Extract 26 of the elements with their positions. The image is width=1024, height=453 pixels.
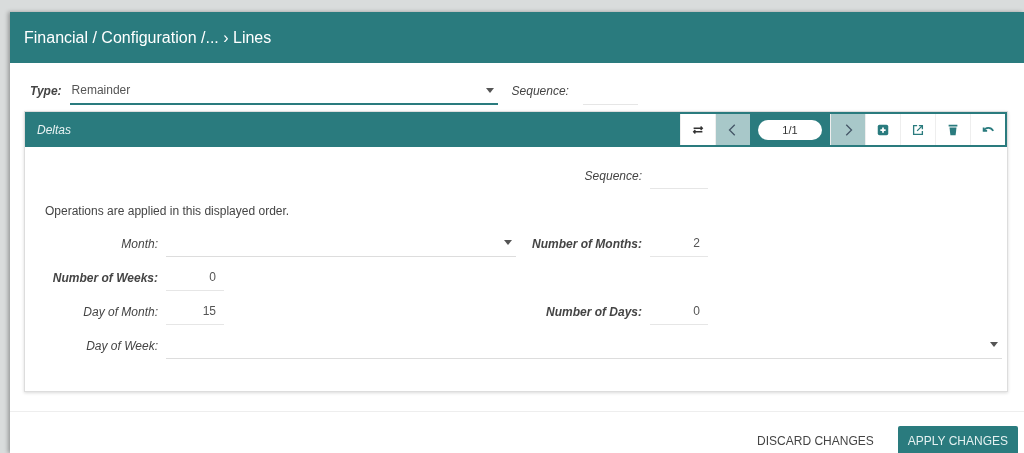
- page-indicator: 1/1: [758, 119, 822, 140]
- number-field[interactable]: 0: [166, 263, 224, 291]
- number-field[interactable]: 2: [650, 229, 708, 257]
- number-field[interactable]: 0: [650, 297, 708, 325]
- caret-icon: [485, 87, 494, 93]
- field-label: Day of Month:: [83, 305, 158, 319]
- field-label: Number of Days:: [545, 305, 642, 319]
- hint-text: Operations are applied in this displayed order.: [45, 203, 291, 218]
- panel-title: Deltas: [37, 122, 71, 137]
- type-select[interactable]: Remainder: [69, 77, 498, 105]
- field-label: Type:: [30, 84, 62, 98]
- breadcrumb-title: Financial / Configuration /... › Lines: [24, 28, 272, 47]
- trash-icon: [946, 122, 960, 137]
- field-label: Month:: [121, 237, 158, 251]
- number-field[interactable]: 15: [166, 297, 224, 325]
- field-label: Sequence:: [511, 84, 569, 98]
- field-label: Day of Week:: [86, 339, 158, 353]
- external-link-icon: [911, 122, 925, 137]
- caret-icon: [990, 342, 998, 347]
- apply-button[interactable]: APPLY CHANGES: [897, 426, 1018, 453]
- caret-icon: [504, 240, 512, 245]
- field-label: Sequence:: [584, 169, 642, 183]
- plus-square-icon: [876, 122, 890, 137]
- discard-button[interactable]: DISCARD CHANGES: [747, 426, 884, 453]
- field-label: Number of Months:: [532, 237, 642, 251]
- field-label: Number of Weeks:: [52, 271, 158, 285]
